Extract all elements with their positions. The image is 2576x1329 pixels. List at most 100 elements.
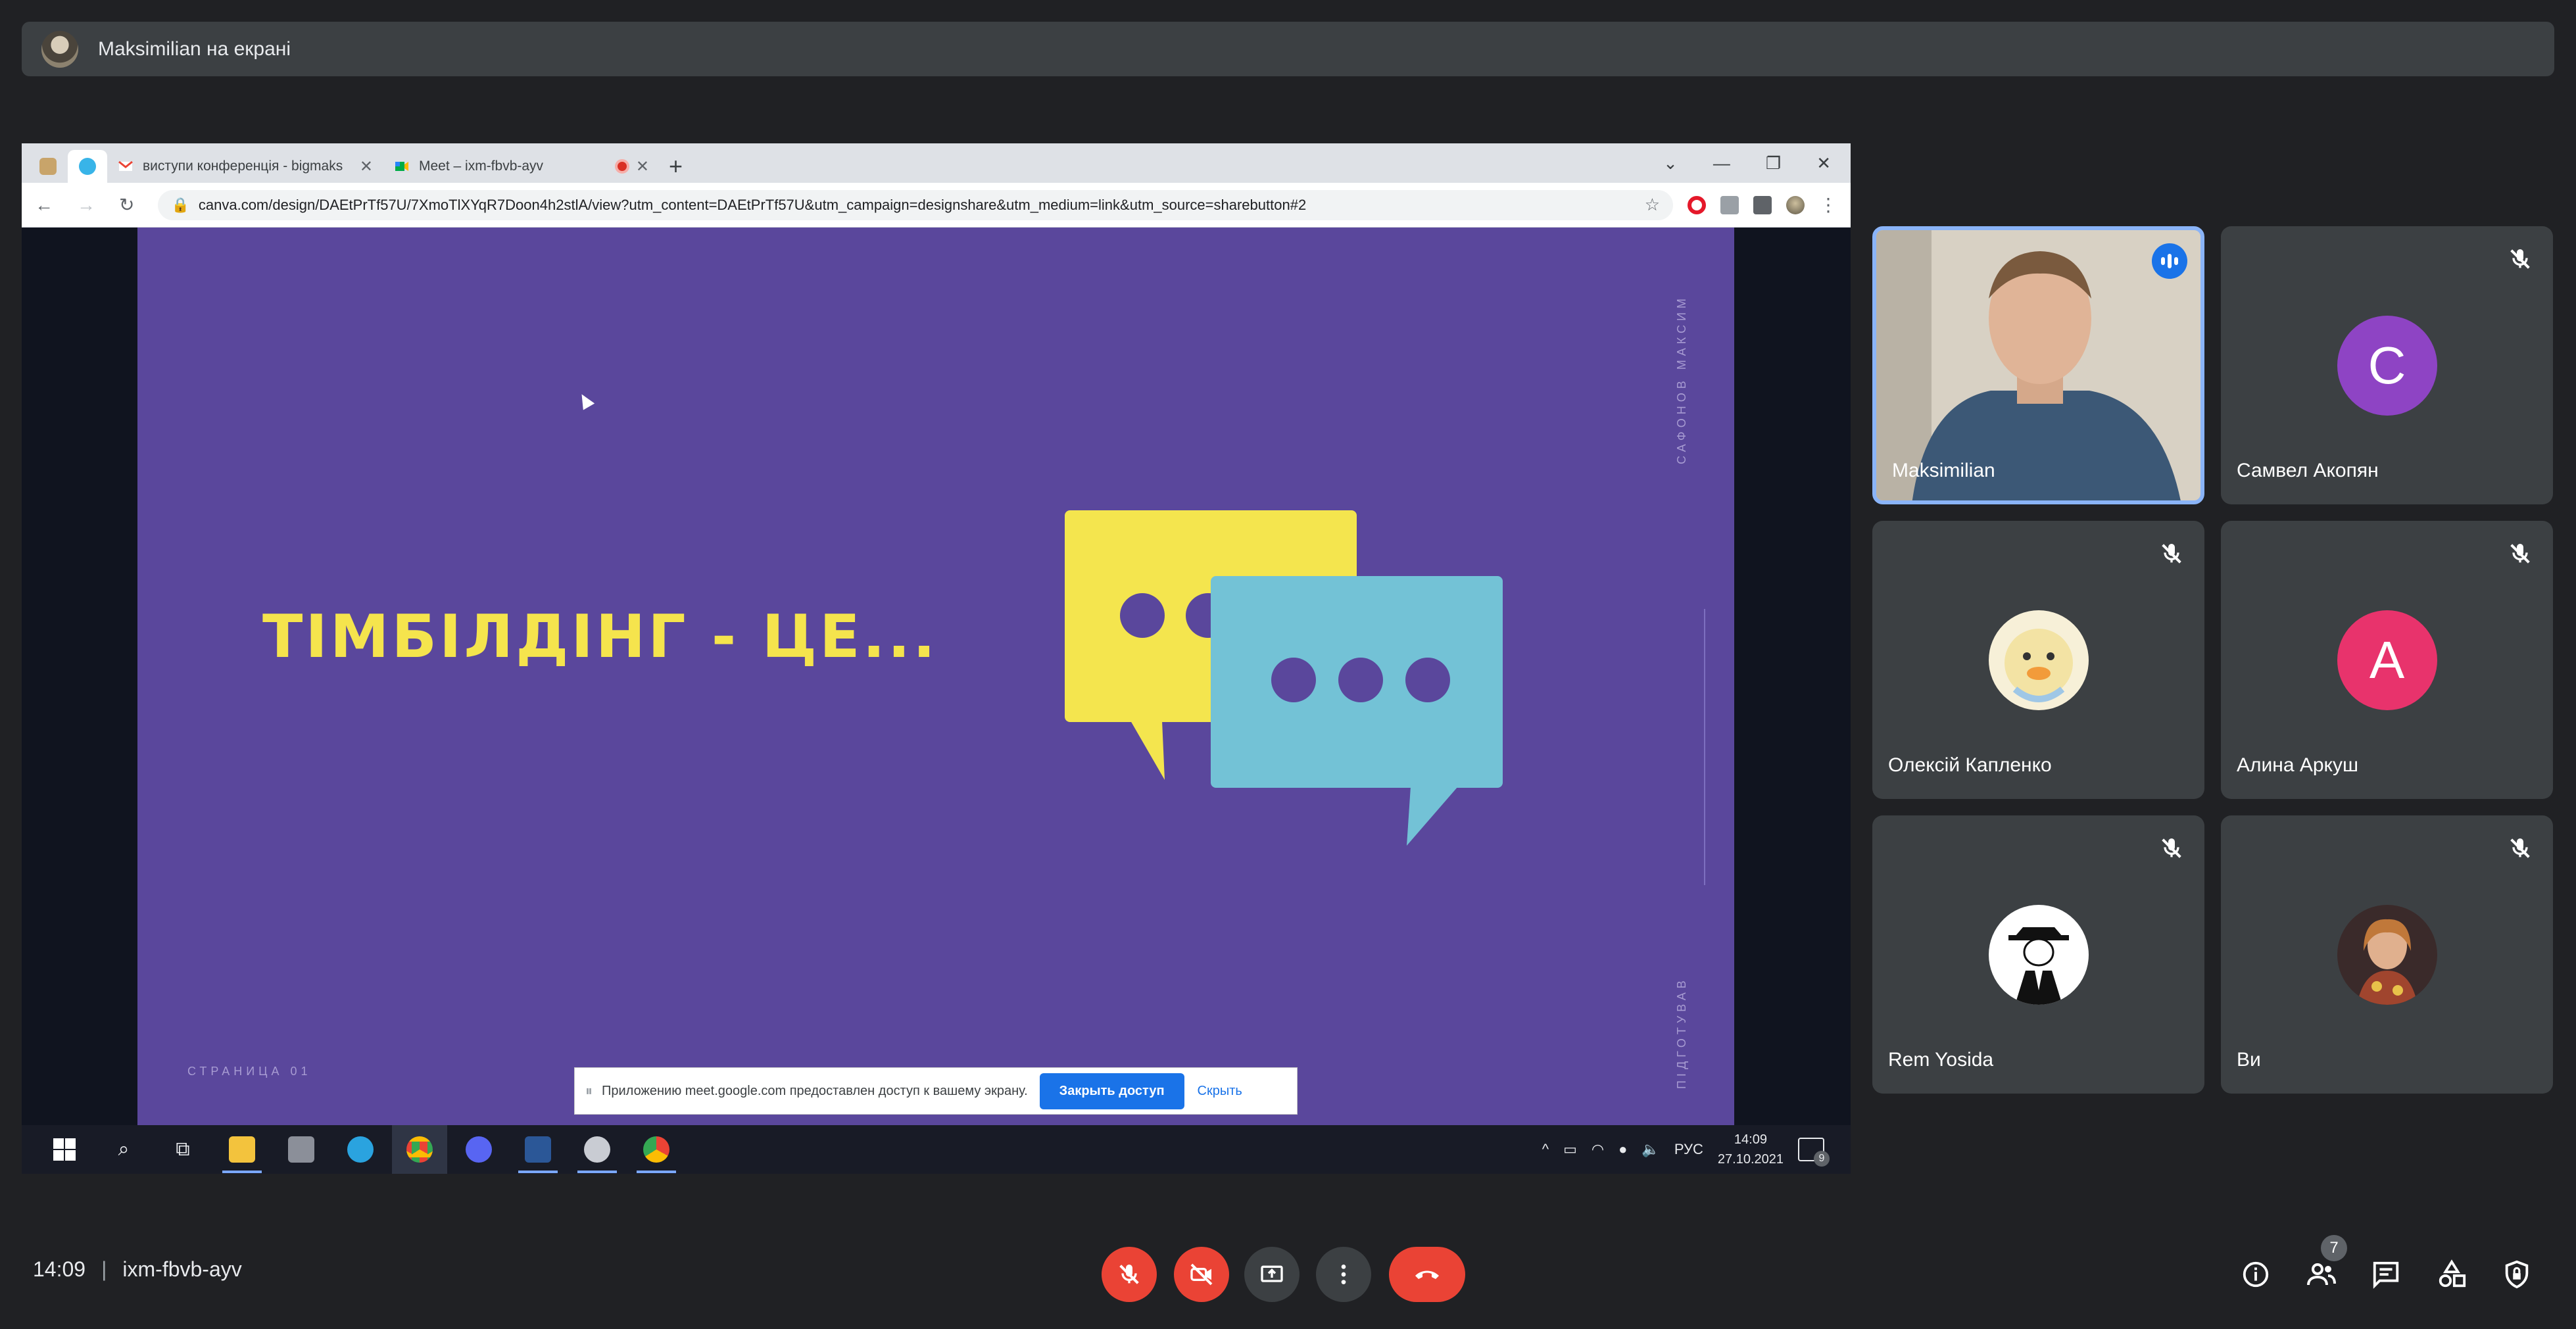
url-field[interactable]: 🔒 canva.com/design/DAEtPrTf57U/7XmoTlXYq… xyxy=(158,189,1673,220)
participant-tile-rem[interactable]: Rem Yosida xyxy=(1872,815,2204,1094)
activities-icon xyxy=(2439,1259,2466,1288)
mic-muted-icon xyxy=(2510,544,2530,564)
presentation-slide: САФОНОВ МАКСИМ ПІДГОТУВАВ ТІМБІЛДІНГ - Ц… xyxy=(137,228,1734,1125)
mic-muted-icon xyxy=(2162,544,2181,564)
mic-muted-icon xyxy=(2510,838,2530,858)
notifications-icon[interactable]: 9 xyxy=(1798,1138,1830,1167)
camera-toggle-button[interactable] xyxy=(1174,1247,1229,1302)
participant-avatar: A xyxy=(2337,610,2437,710)
file-explorer-icon[interactable] xyxy=(222,1135,262,1173)
back-icon[interactable]: ← xyxy=(35,195,53,216)
tray-clock[interactable]: 14:09 27.10.2021 xyxy=(1718,1130,1784,1169)
activities-button[interactable] xyxy=(2433,1256,2470,1293)
close-tab-icon[interactable]: ✕ xyxy=(636,157,649,176)
present-now-button[interactable] xyxy=(1244,1247,1300,1302)
people-button[interactable] xyxy=(2303,1256,2340,1293)
search-icon[interactable]: ⌕ xyxy=(109,1135,138,1164)
start-icon[interactable] xyxy=(50,1135,79,1164)
share-banner-text: Приложению meet.google.com предоставлен … xyxy=(602,1083,1028,1098)
chat-button[interactable] xyxy=(2368,1256,2404,1293)
volume-icon[interactable]: 🔈 xyxy=(1641,1141,1659,1158)
more-options-button[interactable] xyxy=(1316,1247,1371,1302)
profile-avatar-icon[interactable] xyxy=(1786,195,1805,214)
tray-date: 27.10.2021 xyxy=(1717,1152,1784,1167)
extensions-puzzle-icon[interactable] xyxy=(1753,195,1772,214)
host-controls-button[interactable] xyxy=(2498,1256,2535,1293)
close-window-icon[interactable]: ✕ xyxy=(1816,153,1831,174)
drag-handle-icon[interactable]: ⏸ xyxy=(585,1082,593,1099)
participant-name: Алина Аркуш xyxy=(2237,754,2359,776)
presenting-banner: Maksimilian на екрані xyxy=(22,22,2554,76)
system-tray: ^ ▭ ◠ ● 🔈 РУС 14:09 27.10.2021 9 xyxy=(1542,1130,1851,1169)
more-options-icon xyxy=(1341,1265,1346,1284)
microphone-icon[interactable]: ● xyxy=(1618,1141,1627,1158)
participant-tile-maksimilian[interactable]: Maksimilian xyxy=(1872,226,2204,504)
discord-icon[interactable] xyxy=(464,1135,493,1164)
language-indicator[interactable]: РУС xyxy=(1674,1141,1703,1158)
participant-avatar: C xyxy=(2337,315,2437,416)
participant-tile-self[interactable]: Ви xyxy=(2221,815,2553,1094)
people-icon xyxy=(2307,1263,2336,1286)
task-view-icon[interactable]: ⧉ xyxy=(168,1135,197,1164)
participant-avatar xyxy=(1988,610,2089,710)
opera-extension-icon[interactable] xyxy=(1688,195,1706,214)
reload-icon[interactable]: ↻ xyxy=(119,194,134,216)
tray-chevron-icon[interactable]: ^ xyxy=(1542,1141,1549,1158)
end-call-icon xyxy=(1415,1270,1439,1279)
slide-prepared-by: ПІДГОТУВАВ xyxy=(1675,977,1688,1089)
tray-time: 14:09 xyxy=(1734,1132,1767,1147)
shield-app-icon[interactable] xyxy=(577,1135,617,1173)
participant-name: Ви xyxy=(2237,1049,2261,1071)
meet-icon xyxy=(395,162,408,171)
slide-title: ТІМБІЛДІНГ - ЦЕ... xyxy=(262,602,938,671)
new-tab-icon[interactable]: + xyxy=(669,150,683,183)
host-controls-icon xyxy=(2505,1260,2529,1289)
tab-gmail[interactable]: виступи конференція - bigmaks ✕ xyxy=(107,150,383,183)
tab-title: Meet – ixm-fbvb-ayv xyxy=(419,158,544,174)
address-bar: ← → ↻ 🔒 canva.com/design/DAEtPrTf57U/7Xm… xyxy=(22,183,1851,228)
close-tab-icon[interactable]: ✕ xyxy=(360,157,373,176)
meeting-time: 14:09 xyxy=(33,1257,86,1281)
telegram-icon[interactable] xyxy=(346,1135,375,1164)
windows-taskbar: ⌕ ⧉ ^ ▭ ◠ ● 🔈 РУС 14:09 27.10.2021 9 xyxy=(22,1125,1851,1174)
info-icon xyxy=(2243,1261,2269,1288)
participant-avatar xyxy=(2337,904,2437,1005)
stop-sharing-button[interactable]: Закрыть доступ xyxy=(1039,1073,1184,1109)
participant-count-badge: 7 xyxy=(2321,1235,2347,1261)
leave-call-button[interactable] xyxy=(1389,1247,1465,1302)
chrome-second-icon[interactable] xyxy=(637,1135,676,1173)
hide-banner-link[interactable]: Скрыть xyxy=(1198,1084,1242,1099)
shared-screen: виступи конференція - bigmaks ✕ Meet – i… xyxy=(22,143,1851,1174)
screen-share-banner: ⏸ Приложению meet.google.com предоставле… xyxy=(574,1067,1298,1115)
pinned-tab[interactable] xyxy=(28,150,68,183)
notifications-count: 9 xyxy=(1814,1151,1830,1167)
wifi-icon[interactable]: ◠ xyxy=(1592,1141,1604,1158)
chrome-icon[interactable] xyxy=(392,1125,447,1174)
participant-tile-samvel[interactable]: C Самвел Акопян xyxy=(2221,226,2553,504)
meeting-details: 14:09 | ixm-fbvb-ayv xyxy=(33,1257,242,1282)
app-icon[interactable] xyxy=(287,1135,316,1164)
participant-name: Maksimilian xyxy=(1892,460,1995,481)
participant-tile-alina[interactable]: A Алина Аркуш xyxy=(2221,521,2553,799)
microphone-toggle-button[interactable] xyxy=(1102,1247,1157,1302)
presenting-text: Maksimilian на екрані xyxy=(98,37,291,60)
browser-tabstrip: виступи конференція - bigmaks ✕ Meet – i… xyxy=(22,143,1851,183)
extension-icon[interactable] xyxy=(1720,195,1739,214)
meeting-info-separator: | xyxy=(101,1257,107,1281)
active-tab[interactable] xyxy=(68,150,107,183)
word-icon[interactable] xyxy=(518,1135,558,1173)
participant-name: Олексій Капленко xyxy=(1888,754,2052,776)
speaking-indicator-icon xyxy=(2152,243,2187,279)
recording-icon xyxy=(614,159,629,174)
battery-icon[interactable]: ▭ xyxy=(1563,1141,1577,1158)
tab-search-icon[interactable]: ⌄ xyxy=(1663,153,1678,174)
tab-meet[interactable]: Meet – ixm-fbvb-ayv ✕ xyxy=(383,150,660,183)
forward-icon[interactable]: → xyxy=(77,195,95,216)
restore-icon[interactable]: ❐ xyxy=(1766,153,1781,174)
chat-icon xyxy=(2373,1261,2399,1289)
bookmark-star-icon[interactable]: ☆ xyxy=(1645,195,1660,215)
minimize-icon[interactable]: — xyxy=(1713,153,1730,174)
participant-tile-oleksii[interactable]: Олексій Капленко xyxy=(1872,521,2204,799)
meeting-details-button[interactable] xyxy=(2237,1256,2274,1293)
browser-menu-icon[interactable]: ⋮ xyxy=(1819,194,1837,216)
